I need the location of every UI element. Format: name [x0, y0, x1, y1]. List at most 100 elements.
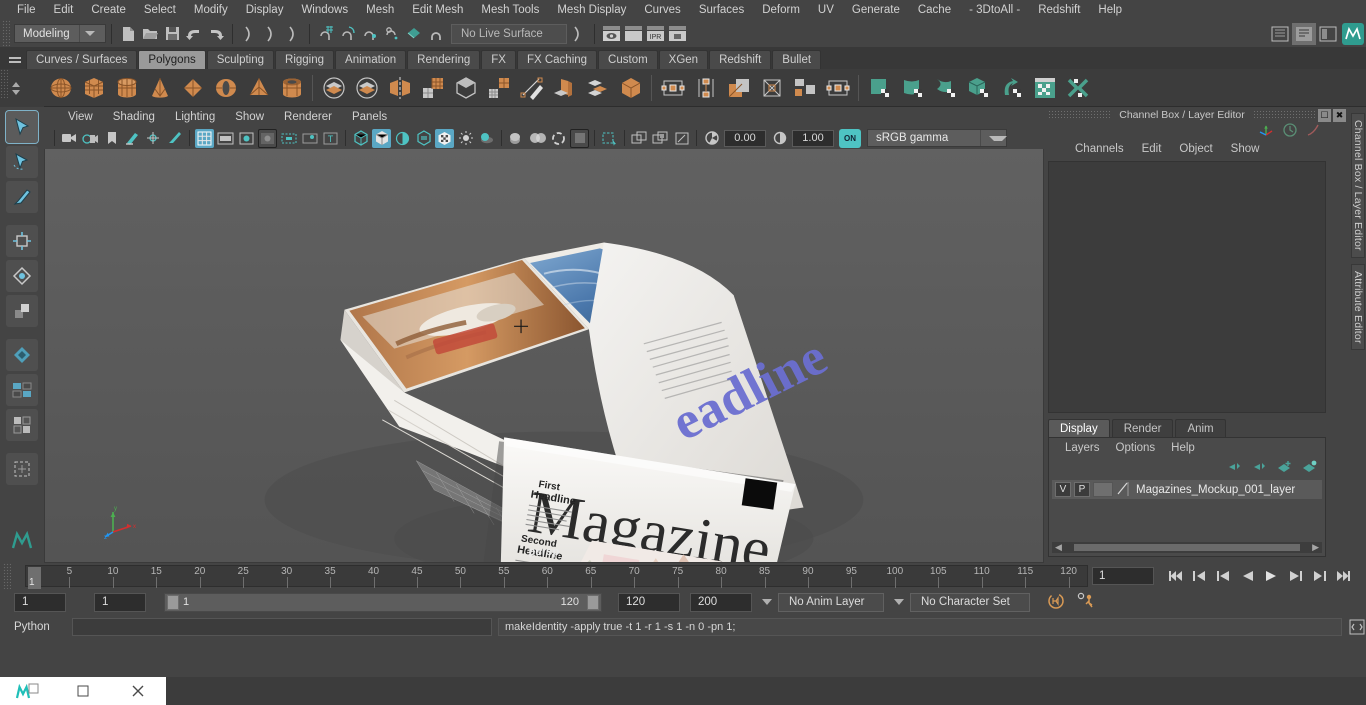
- gamma-icon[interactable]: [770, 129, 789, 148]
- snap-to-point-icon[interactable]: [359, 23, 381, 45]
- shelf-tab-animation[interactable]: Animation: [335, 50, 407, 69]
- save-scene-icon[interactable]: [161, 23, 183, 45]
- lasso-select-tool[interactable]: [6, 146, 38, 178]
- menu-select[interactable]: Select: [135, 1, 185, 19]
- poly-pyramid-icon[interactable]: [242, 71, 275, 105]
- animation-preferences-icon[interactable]: [1076, 592, 1096, 613]
- offset-edge-loop-icon[interactable]: [722, 71, 755, 105]
- viewport-menu-lighting[interactable]: Lighting: [165, 109, 225, 125]
- scale-tool[interactable]: [6, 295, 38, 327]
- layer-name[interactable]: Magazines_Mockup_001_layer: [1133, 484, 1295, 496]
- layer-list-scrollbar[interactable]: ◀ ▶: [1052, 542, 1322, 553]
- move-layer-down-icon[interactable]: [1252, 460, 1267, 476]
- 2d-pan-zoom-icon[interactable]: [144, 129, 163, 148]
- new-layer-icon[interactable]: [1277, 460, 1292, 476]
- channel-box-menu-edit[interactable]: Edit: [1133, 141, 1171, 157]
- shelf-tab-xgen[interactable]: XGen: [658, 50, 709, 69]
- soft-modification-icon[interactable]: [350, 71, 383, 105]
- layer-color-swatch[interactable]: [1093, 482, 1113, 497]
- color-management-toggle[interactable]: ON: [839, 128, 861, 148]
- poly-torus-icon[interactable]: [209, 71, 242, 105]
- reduce-icon[interactable]: [482, 71, 515, 105]
- multi-cut-icon[interactable]: [755, 71, 788, 105]
- outliner-toggle-icon[interactable]: [1268, 23, 1292, 45]
- field-chart-icon[interactable]: [279, 129, 298, 148]
- view-transform-selector[interactable]: sRGB gamma: [867, 129, 1007, 147]
- smooth-icon[interactable]: [449, 71, 482, 105]
- maya-logo-icon[interactable]: [1340, 22, 1366, 45]
- menu-edit-mesh[interactable]: Edit Mesh: [403, 1, 472, 19]
- exposure-field[interactable]: 0.00: [724, 129, 766, 147]
- layer-tab-display[interactable]: Display: [1048, 419, 1110, 437]
- uv-cut-sew-icon[interactable]: [1061, 71, 1094, 105]
- snap-to-grid-icon[interactable]: [315, 23, 337, 45]
- restore-icon[interactable]: ☐: [1318, 108, 1331, 122]
- select-by-hierarchy-icon[interactable]: [238, 23, 260, 45]
- safe-action-icon[interactable]: [300, 129, 319, 148]
- close-icon[interactable]: [111, 677, 166, 705]
- command-language-label[interactable]: Python: [14, 621, 66, 633]
- vp-extra-icon[interactable]: [672, 129, 691, 148]
- smooth-shade-icon[interactable]: [372, 128, 391, 148]
- channel-box-menu-channels[interactable]: Channels: [1066, 141, 1133, 157]
- ipr-render-icon[interactable]: IPR: [644, 23, 666, 45]
- wireframe-icon[interactable]: [351, 129, 370, 148]
- new-layer-from-selected-icon[interactable]: [1302, 460, 1317, 476]
- connect-components-icon[interactable]: [788, 71, 821, 105]
- menu-windows[interactable]: Windows: [292, 1, 357, 19]
- rotate-tool[interactable]: [6, 260, 38, 292]
- current-frame-field[interactable]: 1: [1092, 567, 1154, 585]
- select-tool[interactable]: [5, 110, 39, 144]
- wireframe-on-shaded-icon[interactable]: [414, 129, 433, 148]
- xray-joints-icon[interactable]: [630, 129, 649, 148]
- 2d-pan-zoom-tool[interactable]: [6, 453, 38, 485]
- close-icon[interactable]: ✖: [1333, 108, 1346, 122]
- undo-icon[interactable]: [183, 23, 205, 45]
- poly-cylinder-icon[interactable]: [110, 71, 143, 105]
- motion-blur-icon[interactable]: [528, 129, 547, 148]
- menu-display[interactable]: Display: [237, 1, 293, 19]
- anim-layer-selector[interactable]: No Anim Layer: [756, 592, 884, 612]
- auto-keyframe-icon[interactable]: [1046, 592, 1066, 613]
- grease-pencil-icon[interactable]: [165, 129, 184, 148]
- menu-help[interactable]: Help: [1089, 1, 1131, 19]
- maya-logo-icon[interactable]: [6, 525, 38, 557]
- shelf-tab-fx-caching[interactable]: FX Caching: [516, 50, 598, 69]
- shelf-overflow-icon[interactable]: [8, 73, 24, 103]
- make-live-icon[interactable]: [425, 23, 447, 45]
- shelf-tab-curves-surfaces[interactable]: Curves / Surfaces: [26, 50, 138, 69]
- poly-sphere-icon[interactable]: [44, 71, 77, 105]
- shelf-tab-sculpting[interactable]: Sculpting: [206, 50, 275, 69]
- bevel-icon[interactable]: [581, 71, 614, 105]
- menu-deform[interactable]: Deform: [753, 1, 809, 19]
- menu-generate[interactable]: Generate: [843, 1, 909, 19]
- viewport-menu-renderer[interactable]: Renderer: [274, 109, 342, 125]
- poly-cube-icon[interactable]: [77, 71, 110, 105]
- render-settings-icon[interactable]: [666, 23, 688, 45]
- go-to-end-icon[interactable]: [1332, 566, 1354, 586]
- channel-box-toggle-icon[interactable]: [1316, 23, 1340, 45]
- uv-checker-icon[interactable]: [1028, 71, 1061, 105]
- soft-select-tool[interactable]: [6, 339, 38, 371]
- snap-to-curve-icon[interactable]: [337, 23, 359, 45]
- multisample-icon[interactable]: [549, 129, 568, 148]
- step-forward-frame-icon[interactable]: [1284, 566, 1306, 586]
- select-camera-icon[interactable]: [60, 129, 79, 148]
- menu-modify[interactable]: Modify: [185, 1, 237, 19]
- menu-cache[interactable]: Cache: [909, 1, 960, 19]
- character-set-selector[interactable]: No Character Set: [888, 592, 1030, 612]
- viewport-menu-panels[interactable]: Panels: [342, 109, 397, 125]
- shelf-grip[interactable]: [0, 69, 8, 99]
- bridge-icon[interactable]: [614, 71, 647, 105]
- append-polygon-icon[interactable]: [656, 71, 689, 105]
- screen-space-ao-icon[interactable]: [507, 129, 526, 148]
- menu-mesh-display[interactable]: Mesh Display: [548, 1, 635, 19]
- show-manipulator-tool[interactable]: [6, 374, 38, 406]
- shelf-tab-rigging[interactable]: Rigging: [275, 50, 335, 69]
- menu-surfaces[interactable]: Surfaces: [690, 1, 753, 19]
- cylindrical-mapping-icon[interactable]: [929, 71, 962, 105]
- combine-icon[interactable]: [416, 71, 449, 105]
- step-back-key-icon[interactable]: [1188, 566, 1210, 586]
- channel-box-content[interactable]: [1048, 161, 1326, 413]
- axis-gizmo-icon[interactable]: [1259, 123, 1274, 140]
